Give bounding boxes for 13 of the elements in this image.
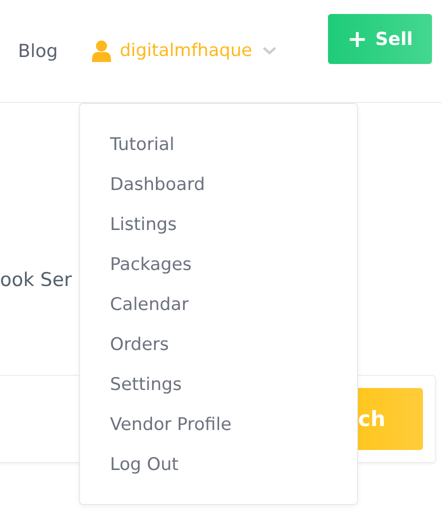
menu-item[interactable]: Dashboard — [80, 165, 357, 205]
user-icon — [92, 40, 111, 62]
section-heading: ook Ser — [0, 269, 72, 291]
menu-item[interactable]: Calendar — [80, 285, 357, 325]
chevron-down-icon[interactable] — [263, 47, 276, 55]
menu-item[interactable]: Log Out — [80, 445, 357, 485]
menu-item[interactable]: Listings — [80, 205, 357, 245]
menu-item[interactable]: Settings — [80, 365, 357, 405]
menu-item[interactable]: Vendor Profile — [80, 405, 357, 445]
blog-link[interactable]: Blog — [18, 40, 58, 62]
menu-item[interactable]: Tutorial — [80, 125, 357, 165]
menu-item[interactable]: Packages — [80, 245, 357, 285]
menu-item[interactable]: Orders — [80, 325, 357, 365]
